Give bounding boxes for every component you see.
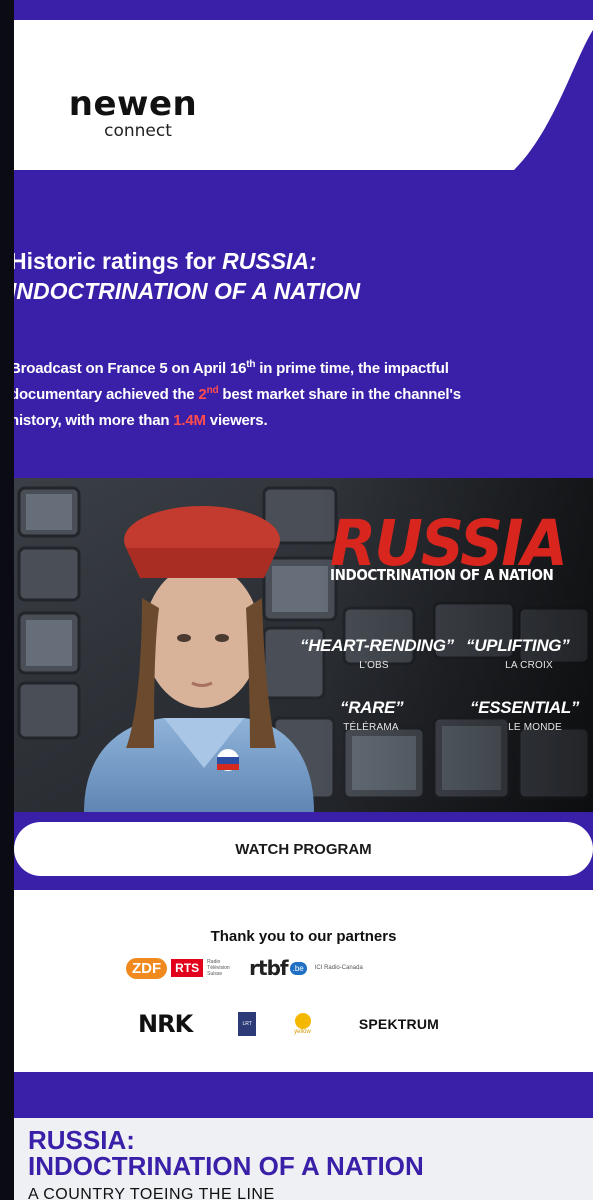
logo-band: newen connect xyxy=(14,20,593,170)
headline-title-line2: INDOCTRINATION OF A NATION xyxy=(14,278,361,304)
zdf-logo[interactable]: ZDF xyxy=(126,957,168,979)
lede-text: in prime time, the impactful xyxy=(255,360,449,377)
lede-sup: th xyxy=(246,359,256,370)
headline-lead: Historic ratings for xyxy=(14,248,223,274)
spektrum-logo[interactable]: SPEKTRUM xyxy=(359,1016,439,1032)
yellow-logo-text: yellow xyxy=(294,1029,311,1035)
rtbf-logo[interactable]: rtbf xyxy=(249,956,288,980)
poster-quote-source: LA CROIX xyxy=(505,660,553,671)
poster-quote: “HEART-RENDING” xyxy=(300,636,454,655)
poster-subtitle: INDOCTRINATION OF A NATION xyxy=(330,566,554,584)
logo-subtext: connect xyxy=(104,121,172,141)
lede-paragraph: Broadcast on France 5 on April 16th in p… xyxy=(14,356,575,434)
lede-highlight: 1.4M xyxy=(173,412,206,429)
poster-quote: “ESSENTIAL” xyxy=(470,698,580,717)
poster-quote-source: LE MONDE xyxy=(508,722,562,733)
rts-logo[interactable]: RTS xyxy=(171,959,204,977)
lede-text: viewers. xyxy=(205,412,268,429)
partner-logos-row-1: ZDF RTS Radio Télévision Suisse rtbf .be… xyxy=(126,956,363,980)
poster-quote: “UPLIFTING” xyxy=(466,636,570,655)
radio-canada-logo[interactable]: ICI Radio-Canada xyxy=(315,965,363,971)
poster-quote-source: TÉLÉRAMA xyxy=(343,722,399,733)
newsletter-page: newen connect Historic ratings for RUSSI… xyxy=(14,0,593,1200)
nrk-logo[interactable]: NRK xyxy=(138,1010,193,1038)
lede-text: documentary achieved the xyxy=(14,386,199,403)
lrt-logo[interactable]: LRT xyxy=(238,1012,257,1036)
partners-title: Thank you to our partners xyxy=(210,928,397,945)
lede-text: history, with more than xyxy=(14,412,174,429)
yellow-logo-icon xyxy=(294,1013,311,1029)
lede-sup: nd xyxy=(206,385,219,396)
footer-subtitle: A COUNTRY TOEING THE LINE xyxy=(28,1186,275,1200)
lede-text: best market share in the channel's xyxy=(218,386,461,403)
footer-title: RUSSIA: INDOCTRINATION OF A NATION xyxy=(28,1127,424,1179)
partner-logos-row-2: NRK LRT yellow SPEKTRUM xyxy=(138,1010,439,1038)
headline: Historic ratings for RUSSIA: INDOCTRINAT… xyxy=(14,246,570,306)
poster-quote: “RARE” xyxy=(340,698,404,717)
logo-wordmark: newen xyxy=(68,84,198,124)
yellow-partner-logo[interactable]: yellow xyxy=(294,1013,311,1035)
footer-title-line2: INDOCTRINATION OF A NATION xyxy=(28,1151,424,1181)
section-divider xyxy=(14,1072,593,1118)
watch-program-button[interactable]: WATCH PROGRAM xyxy=(14,822,593,876)
newen-logo[interactable]: newen connect xyxy=(58,86,208,140)
rtbf-be-badge: .be xyxy=(289,961,307,975)
program-footer: RUSSIA: INDOCTRINATION OF A NATION A COU… xyxy=(14,1118,593,1200)
rts-tagline: Radio Télévision Suisse xyxy=(207,959,230,977)
lede-highlight: 2 xyxy=(198,386,207,403)
poster-quote-source: L'OBS xyxy=(359,660,389,671)
partners-section: Thank you to our partners ZDF RTS Radio … xyxy=(14,890,593,1072)
lede-text: Broadcast on France 5 on April 16 xyxy=(14,360,247,377)
headline-title-line1: RUSSIA: xyxy=(222,248,317,274)
